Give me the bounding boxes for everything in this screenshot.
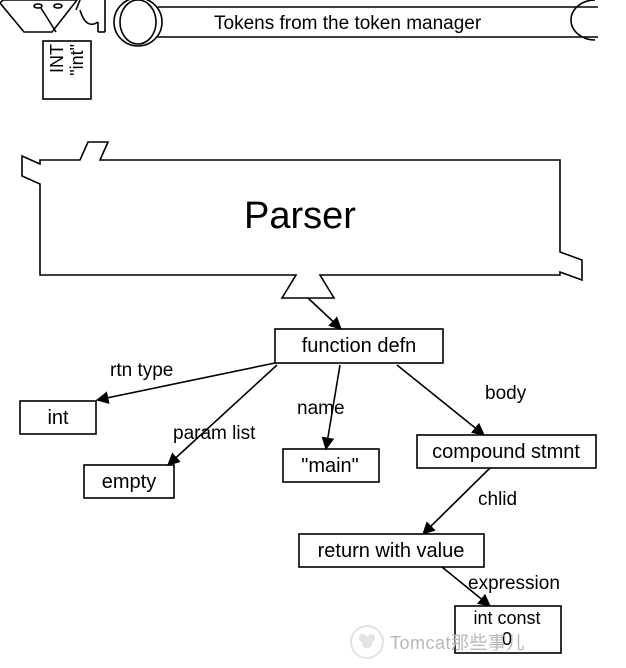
diagram-stage: Tokens from the token manager INT "int" …: [0, 0, 626, 668]
node-main: "main": [301, 455, 359, 477]
wechat-icon: [350, 625, 384, 659]
node-function-defn: function defn: [302, 335, 417, 357]
edge-param-list: param list: [173, 424, 255, 445]
edge-child: chlid: [478, 490, 517, 511]
edge-name: name: [297, 399, 345, 420]
node-empty: empty: [102, 471, 156, 493]
token-chip-line2: "int": [67, 44, 87, 76]
edge-expression: expression: [468, 574, 560, 595]
node-compound: compound stmnt: [432, 441, 580, 463]
watermark: Tomcat那些事儿: [350, 625, 525, 659]
line-layer: [0, 0, 626, 668]
token-chip-line1: INT: [47, 44, 67, 73]
parser-label: Parser: [244, 196, 356, 238]
edge-body: body: [485, 384, 526, 405]
node-int: int: [47, 407, 68, 429]
node-return: return with value: [318, 540, 465, 562]
header-caption: Tokens from the token manager: [214, 14, 481, 35]
edge-rtn-type: rtn type: [110, 361, 173, 382]
watermark-text: Tomcat那些事儿: [390, 629, 525, 655]
